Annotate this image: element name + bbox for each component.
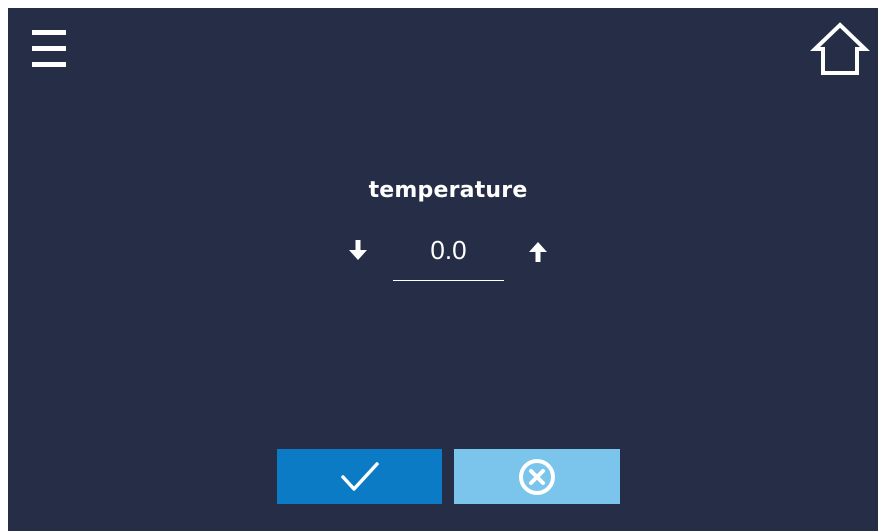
menu-bar — [32, 62, 66, 67]
cancel-button[interactable] — [454, 449, 620, 504]
screen: temperature 0.0 — [8, 8, 878, 531]
arrow-up-icon — [529, 242, 547, 262]
decrease-button[interactable] — [340, 233, 376, 269]
home-button[interactable] — [810, 20, 870, 78]
setpoint-label: temperature — [368, 178, 528, 203]
temperature-input[interactable]: 0.0 — [393, 230, 504, 281]
increase-button[interactable] — [520, 233, 556, 269]
confirm-button[interactable] — [277, 449, 442, 504]
home-icon — [810, 22, 870, 75]
menu-bar — [32, 30, 66, 35]
menu-bar — [32, 46, 66, 51]
arrow-down-icon — [349, 240, 367, 260]
menu-button[interactable] — [30, 26, 70, 72]
temperature-value: 0.0 — [430, 235, 467, 265]
check-icon — [341, 462, 379, 491]
cancel-circle-icon — [519, 459, 555, 495]
